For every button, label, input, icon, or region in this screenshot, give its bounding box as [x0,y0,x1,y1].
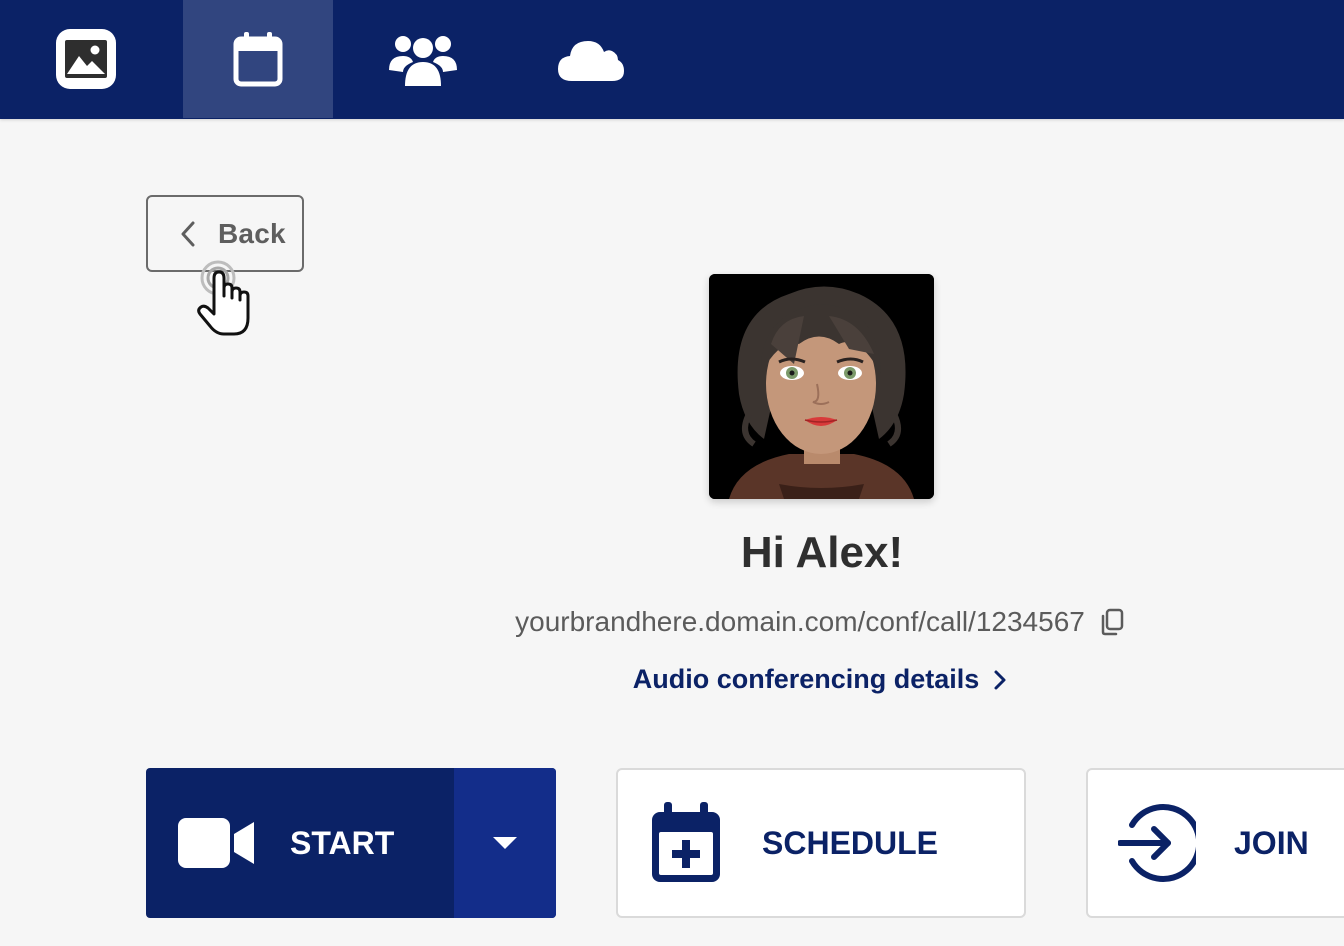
start-options-dropdown[interactable] [454,768,556,918]
start-meeting-split-button: START [146,768,556,918]
avatar-portrait-icon [709,274,934,499]
nav-cloud-button[interactable] [522,0,658,118]
user-avatar [709,274,934,499]
sign-in-icon [1118,804,1196,882]
schedule-meeting-button[interactable]: SCHEDULE [616,768,1026,918]
join-meeting-button[interactable]: JOIN [1086,768,1344,918]
top-nav-bar [0,0,1344,119]
meeting-link-row: yourbrandhere.domain.com/conf/call/12345… [480,606,1160,638]
video-camera-icon [178,818,254,868]
back-label: Back [218,217,286,249]
start-label: START [290,824,395,861]
copy-link-button[interactable] [1099,608,1125,636]
nav-contacts-button[interactable] [355,0,491,118]
nav-calendar-button[interactable] [183,0,333,118]
audio-conferencing-link[interactable]: Audio conferencing details [520,664,1120,695]
copy-icon [1101,608,1124,636]
calendar-plus-icon [652,802,720,882]
join-label: JOIN [1234,824,1309,861]
users-icon [389,36,457,86]
nav-photos-button[interactable] [20,0,152,118]
cloud-icon [558,41,624,81]
audio-conferencing-label: Audio conferencing details [632,664,980,694]
schedule-label: SCHEDULE [762,824,939,861]
chevron-left-icon [181,221,195,246]
greeting-heading: Hi Alex! [740,528,904,577]
start-meeting-button[interactable]: START [146,768,454,918]
caret-down-icon [493,837,517,849]
meeting-link-text: yourbrandhere.domain.com/conf/call/12345… [515,606,1085,637]
image-icon [56,29,116,89]
hand-cursor-icon [197,260,250,336]
calendar-icon [233,32,283,87]
chevron-right-icon [994,670,1006,689]
